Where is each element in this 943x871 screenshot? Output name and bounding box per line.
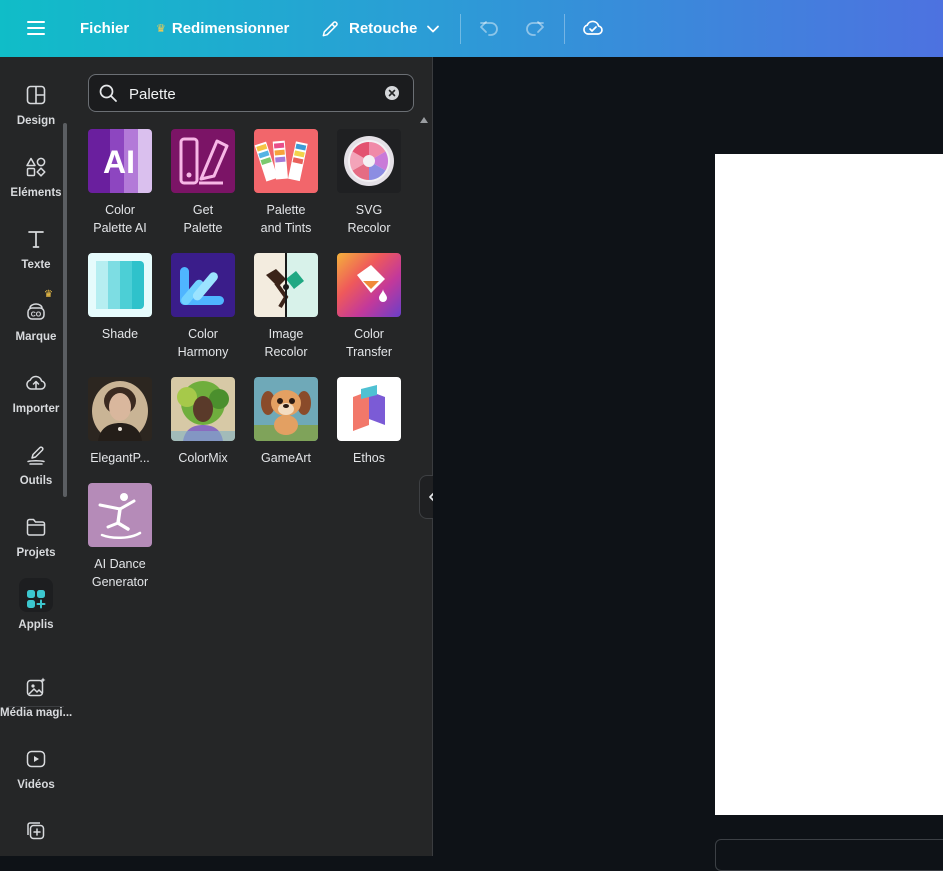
design-canvas-area	[433, 57, 943, 871]
app-name: Get Palette	[183, 203, 223, 235]
file-menu-button[interactable]: Fichier	[80, 0, 129, 57]
apps-panel: AI ColorPalette AI GetPalette	[72, 57, 433, 856]
edit-mode-dropdown[interactable]: Retouche	[320, 0, 449, 57]
rail-label: Design	[16, 115, 56, 127]
search-input[interactable]	[127, 81, 371, 107]
rail-label: Outils	[19, 475, 53, 487]
video-icon	[26, 750, 46, 768]
rail-item-magic-media[interactable]: Média magi...	[0, 669, 72, 735]
get-palette-logo	[171, 129, 235, 193]
gameart-logo	[254, 377, 318, 441]
rail-item-brand[interactable]: CO Marque	[0, 293, 72, 359]
toolbar-divider	[564, 14, 565, 44]
app-name: Color Palette AI	[93, 203, 147, 235]
panel-scroll-up-arrow[interactable]	[420, 117, 428, 123]
colormix-logo	[171, 377, 235, 441]
color-palette-ai-logo: AI	[88, 129, 152, 193]
rail-item-more[interactable]	[0, 813, 72, 856]
shade-logo	[88, 253, 152, 317]
rail-item-tools[interactable]: Outils	[0, 437, 72, 503]
add-page-bar[interactable]	[715, 839, 943, 871]
rail-item-videos[interactable]: Vidéos	[0, 741, 72, 807]
palette-and-tints-logo	[254, 129, 318, 193]
app-name: ColorMix	[178, 451, 228, 465]
toolbar-divider	[460, 14, 461, 44]
apps-icon	[27, 590, 46, 609]
app-name: AI Dance Generator	[91, 557, 149, 589]
file-menu-label: Fichier	[80, 20, 130, 37]
rail-label: Importer	[12, 403, 60, 415]
layout-icon	[26, 85, 46, 105]
magic-media-icon	[26, 677, 46, 697]
elegantp-logo	[88, 377, 152, 441]
shapes-icon	[26, 157, 46, 177]
rail-item-apps[interactable]: Applis	[0, 581, 72, 647]
edit-mode-label: Retouche	[349, 20, 418, 37]
color-transfer-logo	[337, 253, 401, 317]
app-name: ElegantP...	[90, 451, 150, 465]
rail-item-text[interactable]: Texte	[0, 221, 72, 287]
pencil-icon	[322, 20, 338, 36]
rail-label: Éléments	[10, 187, 62, 199]
svg-text:AI: AI	[103, 144, 135, 180]
cloud-upload-icon	[26, 375, 46, 390]
app-name: Ethos	[353, 451, 385, 465]
layers-plus-icon	[27, 822, 45, 840]
crown-icon: ♛	[44, 289, 53, 300]
rail-item-upload[interactable]: Importer	[0, 365, 72, 431]
rail-label: Marque	[15, 331, 57, 343]
app-name: Color Harmony	[177, 327, 229, 359]
top-toolbar: Fichier ♛ Redimensionner Retouche	[0, 0, 943, 57]
undo-icon[interactable]	[477, 16, 501, 40]
side-navigation: Design Éléments Texte CO Marque ♛ Import…	[0, 57, 72, 856]
chevron-down-icon	[427, 25, 440, 32]
ethos-logo	[337, 377, 401, 441]
app-name: Image Recolor	[264, 327, 308, 359]
crown-icon: ♛	[156, 23, 166, 35]
clear-search-icon[interactable]	[384, 85, 400, 101]
app-name: SVG Recolor	[347, 203, 391, 235]
app-name: Palette and Tints	[260, 203, 312, 235]
cloud-saved-icon[interactable]	[581, 16, 605, 40]
rail-item-elements[interactable]: Éléments	[0, 149, 72, 215]
rail-item-design[interactable]: Design	[0, 77, 72, 143]
ai-dance-generator-logo	[88, 483, 152, 547]
app-name: Color Transfer	[345, 327, 393, 359]
svg-recolor-logo	[337, 129, 401, 193]
rail-label: Applis	[18, 619, 54, 631]
image-recolor-logo	[254, 253, 318, 317]
resize-label: Redimensionner	[171, 20, 290, 37]
search-box	[88, 74, 414, 112]
brand-icon: CO	[27, 303, 45, 320]
pen-icon	[27, 446, 45, 465]
rail-label: Texte	[21, 259, 51, 271]
color-harmony-logo	[171, 253, 235, 317]
text-icon	[28, 231, 44, 248]
app-name: Shade	[101, 327, 139, 341]
rail-label: Média magi...	[0, 707, 72, 719]
design-page[interactable]	[715, 154, 943, 815]
redo-icon[interactable]	[523, 16, 547, 40]
hamburger-menu-icon[interactable]	[24, 16, 48, 40]
rail-label: Vidéos	[17, 779, 55, 791]
resize-button[interactable]: ♛ Redimensionner	[156, 0, 289, 57]
folder-icon	[26, 518, 46, 536]
rail-item-projects[interactable]: Projets	[0, 509, 72, 575]
svg-text:CO: CO	[31, 312, 42, 319]
rail-label: Projets	[16, 547, 56, 559]
rail-scrollbar[interactable]	[63, 123, 67, 497]
app-name: GameArt	[260, 451, 311, 465]
search-icon	[99, 84, 117, 102]
